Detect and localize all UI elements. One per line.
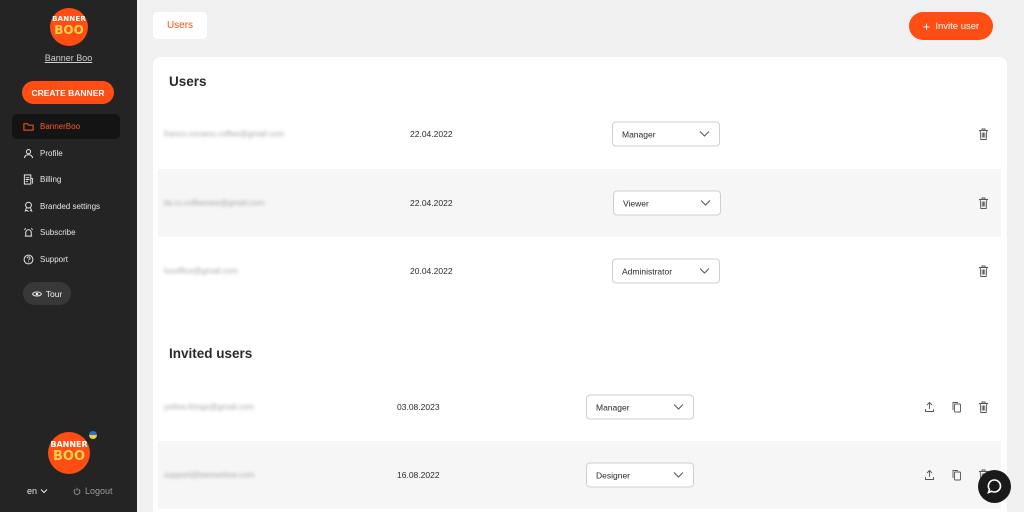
trash-icon[interactable] — [977, 265, 989, 277]
logo-text-bottom: BOO — [54, 23, 84, 37]
language-value: en — [27, 486, 38, 496]
role-select[interactable]: Administrator — [612, 258, 720, 284]
billing-icon — [22, 174, 34, 186]
trash-icon[interactable] — [977, 401, 989, 413]
resend-invite-icon[interactable] — [923, 469, 935, 481]
bannerboo-logo[interactable]: BANNER BOO — [50, 8, 88, 46]
sidebar-item-label: Profile — [40, 148, 63, 158]
logo-text-top: BANNER — [52, 15, 86, 23]
invited-users-section-title: Invited users — [169, 346, 253, 361]
user-email: franco.romano.coffee@gmail.com — [164, 129, 285, 139]
user-date: 22.04.2022 — [410, 198, 453, 208]
sidebar-item-label: Support — [40, 254, 69, 264]
user-email: luxoffice@gmail.com — [164, 266, 238, 276]
tour-button[interactable]: Tour — [23, 282, 71, 305]
chevron-down-icon — [673, 404, 684, 410]
table-row: support@bannerboo.com 16.08.2022 Designe… — [158, 441, 1001, 509]
chevron-down-icon — [40, 489, 48, 494]
copy-link-icon[interactable] — [950, 401, 962, 413]
workspace-name-link[interactable]: Banner Boo — [0, 53, 137, 63]
table-row: luxoffice@gmail.com 20.04.2022 Administr… — [158, 237, 1001, 305]
role-value: Manager — [622, 129, 656, 139]
copy-link-icon[interactable] — [950, 469, 962, 481]
sidebar-item-label: Subscribe — [40, 228, 76, 237]
sidebar-item-subscribe[interactable]: Subscribe — [12, 220, 120, 245]
users-card: Users franco.romano.coffee@gmail.com 22.… — [153, 57, 1007, 512]
logout-button[interactable]: Logout — [73, 486, 113, 496]
role-value: Designer — [596, 470, 631, 480]
create-banner-button[interactable]: CREATE BANNER — [22, 81, 114, 104]
logout-label: Logout — [85, 486, 113, 496]
ukraine-flag-icon — [89, 431, 97, 439]
sidebar-item-support[interactable]: Support — [12, 247, 120, 272]
table-row: franco.romano.coffee@gmail.com 22.04.202… — [158, 100, 1001, 168]
chevron-down-icon — [699, 131, 710, 137]
role-value: Administrator — [622, 266, 673, 276]
plus-icon: + — [922, 18, 931, 34]
help-icon — [22, 253, 34, 265]
sidebar-item-label: Billing — [40, 175, 62, 184]
table-row: lia.ru.coffeenew@gmail.com 22.04.2022 Vi… — [158, 169, 1001, 237]
sidebar-item-label: Branded settings — [40, 201, 101, 211]
badge-icon — [22, 200, 34, 212]
role-select[interactable]: Viewer — [613, 190, 721, 216]
language-selector[interactable]: en — [27, 486, 48, 496]
logo-text-bottom: BOO — [52, 449, 85, 464]
invited-date: 03.08.2023 — [397, 402, 440, 412]
chevron-down-icon — [700, 200, 711, 206]
sidebar-item-label: BannerBoo — [40, 122, 81, 131]
invited-date: 16.08.2022 — [397, 470, 440, 480]
chat-button[interactable] — [978, 470, 1011, 503]
logo-text-top: BANNER — [50, 440, 88, 449]
invite-user-label: Invite user — [935, 20, 980, 32]
trash-icon[interactable] — [977, 197, 989, 209]
chevron-down-icon — [699, 268, 710, 274]
role-select[interactable]: Manager — [612, 121, 720, 147]
chevron-down-icon — [673, 472, 684, 478]
sidebar-item-branded-settings[interactable]: Branded settings — [12, 194, 120, 219]
user-email: lia.ru.coffeenew@gmail.com — [164, 198, 265, 208]
bannerboo-logo-bottom: BANNER BOO — [48, 432, 90, 474]
role-value: Viewer — [623, 198, 649, 208]
sidebar-item-profile[interactable]: Profile — [12, 141, 120, 166]
users-section-title: Users — [169, 74, 207, 89]
sidebar-item-billing[interactable]: Billing — [12, 167, 120, 192]
invited-email: support@bannerboo.com — [164, 470, 255, 480]
invited-email: yellow.things@gmail.com — [164, 402, 254, 412]
user-date: 20.04.2022 — [410, 266, 453, 276]
role-select[interactable]: Manager — [586, 394, 694, 420]
table-row: yellow.things@gmail.com 03.08.2023 Manag… — [158, 373, 1001, 441]
trash-icon[interactable] — [977, 128, 989, 140]
sidebar-nav: BannerBoo Profile Billing Branded settin… — [12, 114, 120, 273]
tab-users[interactable]: Users — [153, 12, 207, 39]
folder-icon — [22, 121, 34, 133]
power-icon — [73, 487, 81, 495]
sidebar-item-bannerboo[interactable]: BannerBoo — [12, 114, 120, 139]
invite-user-button[interactable]: + Invite user — [909, 12, 993, 40]
sidebar: BANNER BOO Banner Boo CREATE BANNER Bann… — [0, 0, 137, 512]
alarm-icon — [22, 227, 34, 239]
resend-invite-icon[interactable] — [923, 401, 935, 413]
role-select[interactable]: Designer — [586, 462, 694, 488]
user-date: 22.04.2022 — [410, 129, 453, 139]
eye-icon — [31, 291, 42, 296]
chat-bubble-icon — [987, 479, 1002, 494]
tour-label: Tour — [45, 288, 63, 299]
user-icon — [22, 147, 34, 159]
role-value: Manager — [596, 402, 630, 412]
